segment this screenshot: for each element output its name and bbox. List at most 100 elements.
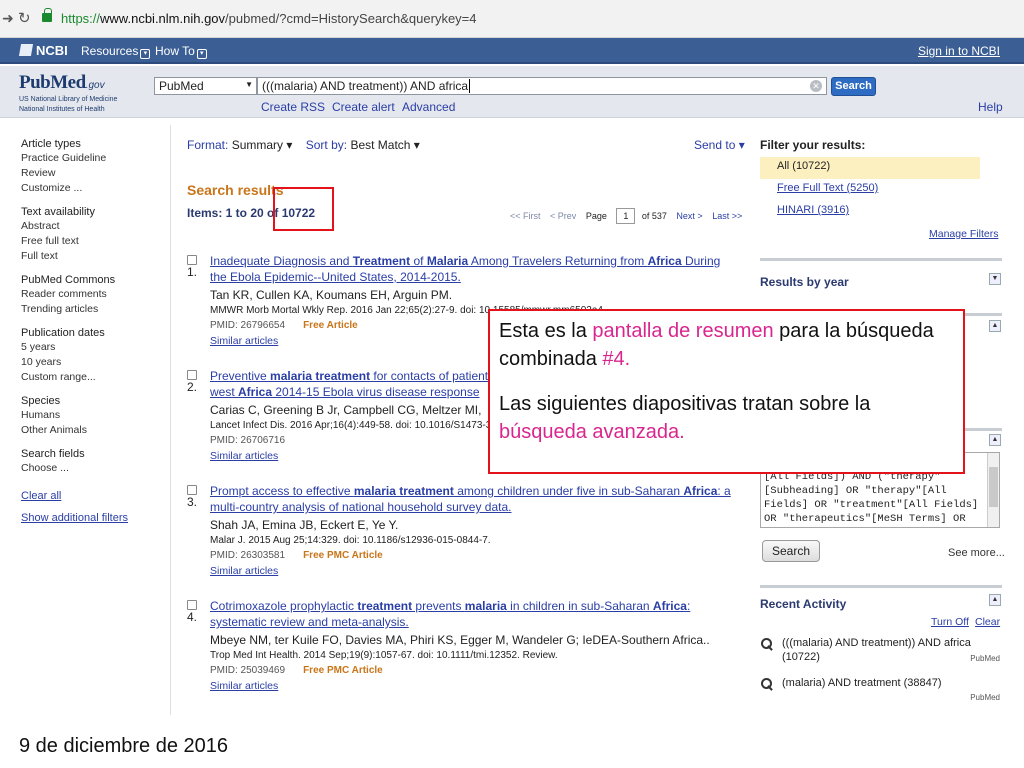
- result-number: 1.: [187, 265, 198, 279]
- sort-dropdown[interactable]: Best Match ▾: [350, 138, 419, 152]
- howto-menu[interactable]: How To ▾: [155, 44, 207, 59]
- free-article-badge: Free Article: [303, 320, 358, 331]
- similar-articles-link[interactable]: Similar articles: [210, 335, 278, 347]
- result-pmid: PMID: 25039469 Free PMC Article: [210, 665, 383, 676]
- page-total: of 537: [641, 211, 667, 221]
- manage-filters-link[interactable]: Manage Filters: [929, 228, 998, 240]
- url-field[interactable]: https://www.ncbi.nlm.nih.gov/pubmed/?cmd…: [61, 11, 477, 26]
- activity-query[interactable]: (malaria) AND treatment (38847): [782, 676, 982, 690]
- search-button[interactable]: Search: [831, 77, 876, 96]
- url-scheme: https://: [61, 11, 101, 26]
- ncbi-logo[interactable]: NCBI: [18, 43, 68, 58]
- result-title-link[interactable]: Inadequate Diagnosis and Treatment of Ma…: [210, 253, 740, 285]
- create-rss-link[interactable]: Create RSS: [261, 100, 325, 114]
- recent-activity-item[interactable]: (malaria) AND treatment (38847) PubMed: [760, 676, 1002, 710]
- free-article-badge: Free PMC Article: [303, 550, 383, 561]
- recent-activity-item[interactable]: (((malaria) AND treatment)) AND africa (…: [760, 636, 1002, 670]
- collapse-toggle-icon[interactable]: ▲: [989, 434, 1001, 446]
- highlight-box: [273, 187, 334, 231]
- activity-source: PubMed: [970, 693, 1000, 702]
- result-journal: Malar J. 2015 Aug 25;14:329. doi: 10.118…: [210, 535, 491, 546]
- sidebar-filter-item[interactable]: Humans: [21, 408, 161, 423]
- section-rule: [760, 585, 1002, 588]
- create-alert-link[interactable]: Create alert: [332, 100, 395, 114]
- logo-gov: .gov: [85, 80, 105, 91]
- filter-all[interactable]: All (10722): [760, 157, 980, 179]
- show-additional-filters-link[interactable]: Show additional filters: [21, 512, 161, 524]
- reload-icon[interactable]: ↻: [18, 9, 31, 27]
- result-checkbox[interactable]: [187, 485, 197, 495]
- sidebar-filter-item[interactable]: Trending articles: [21, 302, 161, 317]
- similar-articles-link[interactable]: Similar articles: [210, 450, 278, 462]
- sidebar-filter-item[interactable]: Free full text: [21, 234, 161, 249]
- collapse-toggle-icon[interactable]: ▲: [989, 320, 1001, 332]
- advanced-link[interactable]: Advanced: [402, 100, 455, 114]
- format-label: Format:: [187, 138, 229, 152]
- sign-in-link[interactable]: Sign in to NCBI: [918, 44, 1000, 58]
- filter-hinari[interactable]: HINARI (3916): [777, 204, 849, 216]
- details-search-button[interactable]: Search: [762, 540, 820, 562]
- pubmed-logo[interactable]: PubMed.gov US National Library of Medici…: [19, 72, 149, 114]
- slide-date: 9 de diciembre de 2016: [19, 735, 229, 757]
- results-by-year-heading: Results by year: [760, 275, 849, 289]
- search-input[interactable]: (((malaria) AND treatment)) AND africa: [257, 77, 827, 95]
- sidebar-filter-item[interactable]: Choose ...: [21, 461, 161, 476]
- url-host: www.ncbi.nlm.nih.gov: [100, 11, 226, 26]
- clear-all-link[interactable]: Clear all: [21, 490, 161, 502]
- result-authors: Mbeye NM, ter Kuile FO, Davies MA, Phiri…: [210, 633, 710, 647]
- first-page-link[interactable]: << First: [510, 211, 541, 221]
- similar-articles-link[interactable]: Similar articles: [210, 565, 278, 577]
- prev-page-link[interactable]: < Prev: [550, 211, 576, 221]
- sidebar-group-heading: PubMed Commons: [21, 274, 116, 286]
- result-checkbox[interactable]: [187, 370, 197, 380]
- result-title-link[interactable]: Cotrimoxazole prophylactic treatment pre…: [210, 598, 740, 630]
- see-more-link[interactable]: See more...: [948, 547, 1005, 559]
- result-journal: Trop Med Int Health. 2014 Sep;19(9):1057…: [210, 650, 558, 661]
- filter-heading: Filter your results:: [760, 138, 866, 152]
- sidebar-group-heading: Text availability: [21, 206, 95, 218]
- result-title-link[interactable]: Prompt access to effective malaria treat…: [210, 483, 740, 515]
- format-dropdown[interactable]: Summary ▾: [232, 138, 293, 152]
- sidebar-filter-item[interactable]: Other Animals: [21, 423, 161, 438]
- url-path: /pubmed/?cmd=HistorySearch&querykey=4: [225, 11, 477, 26]
- sidebar-filter-item[interactable]: 5 years: [21, 340, 161, 355]
- turn-off-link[interactable]: Turn Off: [931, 616, 969, 628]
- collapse-toggle-icon[interactable]: ▲: [989, 594, 1001, 606]
- slide-footer: 9 de diciembre de 2016: [0, 718, 1024, 768]
- result-checkbox[interactable]: [187, 255, 197, 265]
- result-checkbox[interactable]: [187, 600, 197, 610]
- recent-activity-heading: Recent Activity: [760, 597, 847, 611]
- sidebar-filter-item[interactable]: Full text: [21, 249, 161, 264]
- send-to-menu[interactable]: Send to ▾: [694, 138, 745, 152]
- filter-free-full-text[interactable]: Free Full Text (5250): [777, 182, 878, 194]
- search-icon: [761, 638, 772, 649]
- clear-activity-link[interactable]: Clear: [975, 616, 1000, 628]
- scrollbar[interactable]: [987, 453, 999, 527]
- last-page-link[interactable]: Last >>: [712, 211, 742, 221]
- clear-icon[interactable]: ✕: [810, 80, 822, 92]
- activity-query[interactable]: (((malaria) AND treatment)) AND africa (…: [782, 636, 982, 664]
- sidebar-filter-item[interactable]: 10 years: [21, 355, 161, 370]
- sidebar-filter-item[interactable]: Review: [21, 166, 161, 181]
- divider: [170, 125, 171, 715]
- forward-arrow-icon[interactable]: ➜: [2, 10, 14, 27]
- chevron-down-icon: ▾: [140, 49, 151, 59]
- collapse-toggle-icon[interactable]: ▼: [989, 273, 1001, 285]
- page-input[interactable]: 1: [616, 208, 636, 224]
- similar-articles-link[interactable]: Similar articles: [210, 680, 278, 692]
- sidebar-filter-item[interactable]: Abstract: [21, 219, 161, 234]
- sidebar-filter-item[interactable]: Practice Guideline: [21, 151, 161, 166]
- sidebar-filter-item[interactable]: Customize ...: [21, 181, 161, 196]
- help-link[interactable]: Help: [978, 100, 1003, 114]
- activity-source: PubMed: [970, 654, 1000, 663]
- sidebar-group-heading: Article types: [21, 138, 81, 150]
- sidebar-filter-item[interactable]: Custom range...: [21, 370, 161, 385]
- chevron-down-icon: ▾: [196, 49, 207, 59]
- resources-menu[interactable]: Resources ▾: [81, 44, 151, 59]
- scrollbar-thumb[interactable]: [989, 467, 998, 507]
- result-authors: Shah JA, Emina JB, Eckert E, Ye Y.: [210, 518, 399, 532]
- next-page-link[interactable]: Next >: [676, 211, 702, 221]
- database-select[interactable]: PubMed ▼: [154, 77, 257, 95]
- sidebar-filter-item[interactable]: Reader comments: [21, 287, 161, 302]
- search-icon: [761, 678, 772, 689]
